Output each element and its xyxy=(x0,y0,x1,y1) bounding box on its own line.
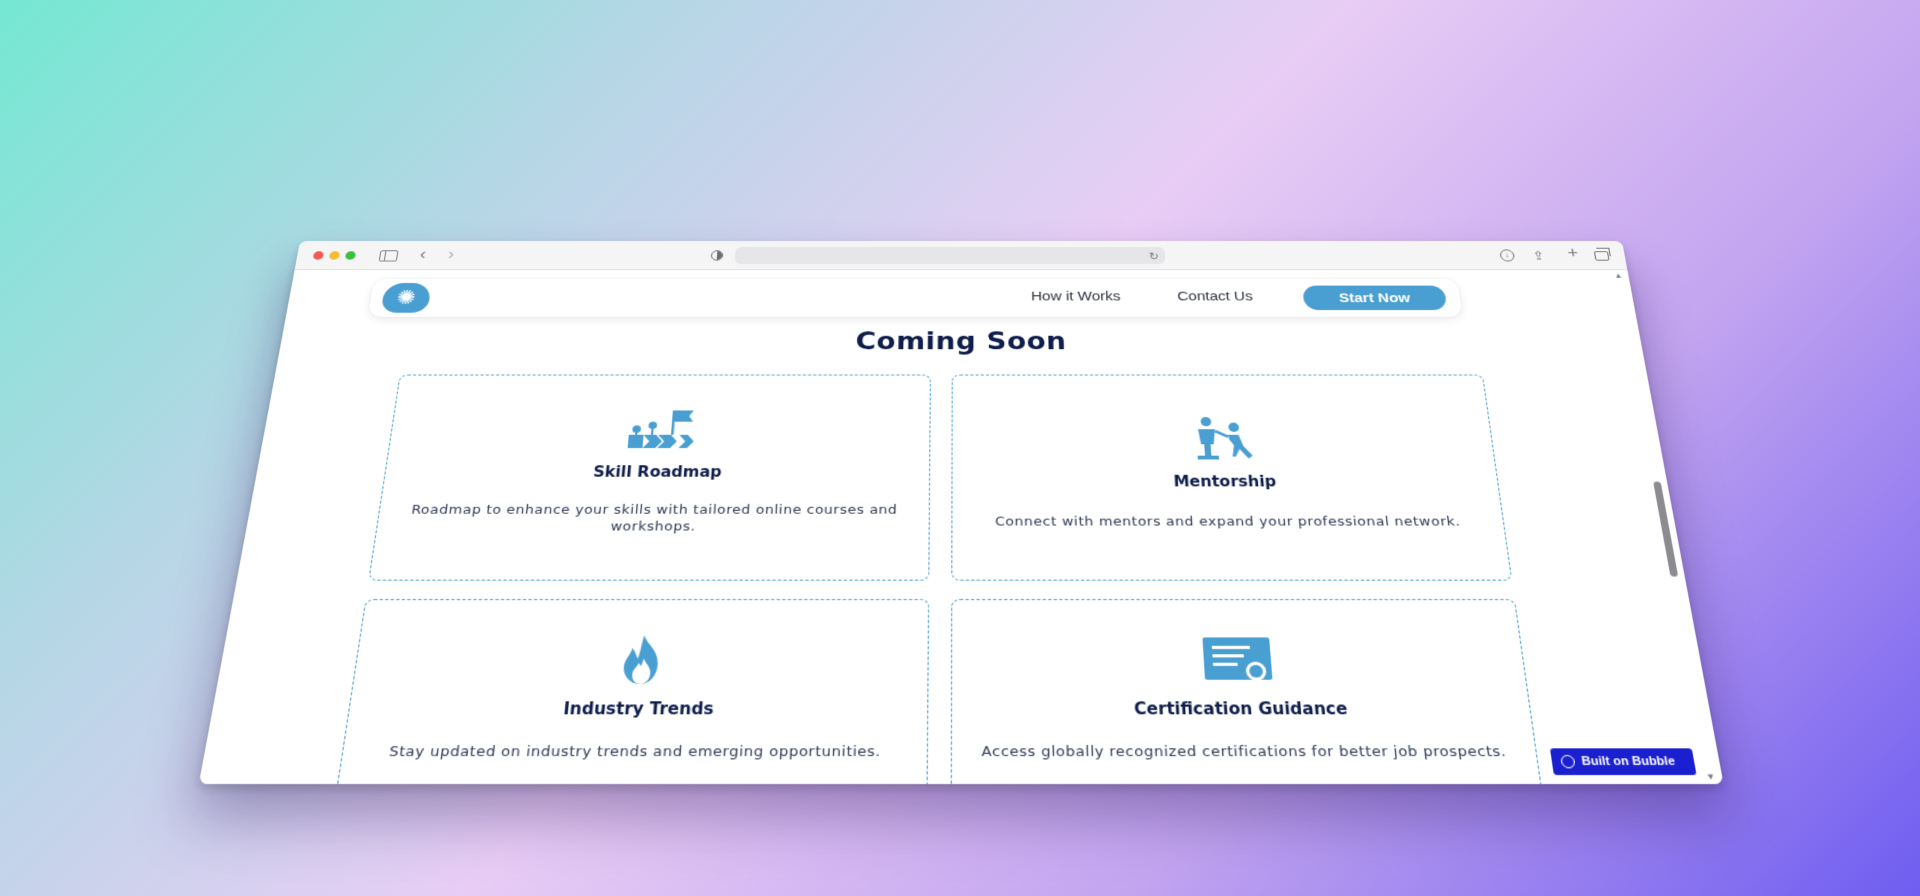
address-bar[interactable] xyxy=(734,246,1166,265)
card-description: Access globally recognized certification… xyxy=(981,743,1508,761)
logo-burst-icon: ✺ xyxy=(395,286,418,309)
site-navbar: ✺ How it Works Contact Us Start Now xyxy=(367,278,1463,318)
built-on-bubble-badge[interactable]: Built on Bubble xyxy=(1549,748,1697,776)
minimize-window-button[interactable] xyxy=(328,251,341,260)
back-icon[interactable]: ‹ xyxy=(419,245,428,262)
badge-label: Built on Bubble xyxy=(1580,754,1677,769)
roadmap-icon xyxy=(627,410,695,449)
browser-toolbar: ‹ › ↻ ↓ ⇪ + xyxy=(294,241,1628,271)
feature-card-mentorship: Mentorship Connect with mentors and expa… xyxy=(951,374,1513,581)
browser-window: ‹ › ↻ ↓ ⇪ + ✺ How it Works Contact Us St… xyxy=(198,241,1724,785)
tab-overview-icon[interactable] xyxy=(1593,251,1610,261)
forward-icon[interactable]: › xyxy=(447,245,455,262)
scroll-up-arrow-icon[interactable]: ▲ xyxy=(1614,272,1623,280)
card-title: Certification Guidance xyxy=(1133,699,1349,719)
site-logo[interactable]: ✺ xyxy=(380,282,432,313)
new-tab-icon[interactable]: + xyxy=(1566,244,1579,261)
scrollbar[interactable]: ▲ ▼ xyxy=(1613,270,1721,784)
zoom-window-button[interactable] xyxy=(344,251,357,260)
card-title: Industry Trends xyxy=(562,699,715,719)
page-content: ✺ How it Works Contact Us Start Now Comi… xyxy=(198,270,1724,785)
privacy-shield-icon[interactable] xyxy=(710,250,724,261)
section-title: Coming Soon xyxy=(855,327,1067,356)
reload-icon[interactable]: ↻ xyxy=(1148,249,1159,264)
share-icon[interactable]: ⇪ xyxy=(1531,248,1545,263)
flame-icon xyxy=(622,635,660,685)
card-title: Skill Roadmap xyxy=(592,463,723,481)
close-window-button[interactable] xyxy=(312,251,325,260)
desktop-background: ‹ › ↻ ↓ ⇪ + ✺ How it Works Contact Us St… xyxy=(0,0,1920,896)
card-description: Roadmap to enhance your skills with tail… xyxy=(410,502,898,535)
nav-link-contact-us[interactable]: Contact Us xyxy=(1177,289,1253,304)
scrollbar-thumb[interactable] xyxy=(1653,481,1679,577)
start-now-button[interactable]: Start Now xyxy=(1302,285,1448,311)
certificate-icon xyxy=(1202,637,1273,681)
feature-card-certification-guidance: Certification Guidance Access globally r… xyxy=(950,599,1549,785)
sidebar-toggle-icon[interactable] xyxy=(378,250,399,262)
card-description: Connect with mentors and expand your pro… xyxy=(995,514,1462,530)
nav-link-how-it-works[interactable]: How it Works xyxy=(1031,289,1121,304)
bubble-logo-icon xyxy=(1560,754,1576,769)
scroll-down-arrow-icon[interactable]: ▼ xyxy=(1705,772,1716,782)
card-description: Stay updated on industry trends and emer… xyxy=(388,743,881,761)
card-title: Mentorship xyxy=(1173,472,1277,491)
feature-card-industry-trends: Industry Trends Stay updated on industry… xyxy=(329,599,930,785)
download-icon[interactable]: ↓ xyxy=(1499,249,1516,262)
feature-card-skill-roadmap: Skill Roadmap Roadmap to enhance your sk… xyxy=(368,374,931,581)
mentorship-icon xyxy=(1197,417,1253,460)
